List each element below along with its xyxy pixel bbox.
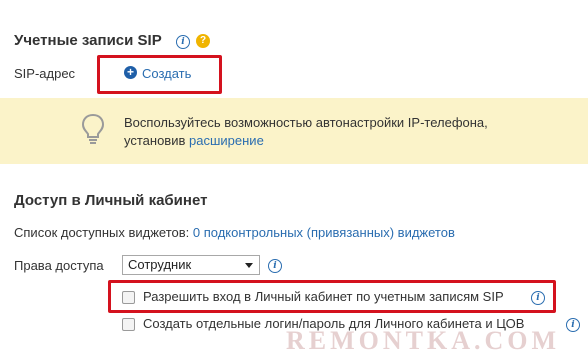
- separate-credentials-checkbox[interactable]: [122, 318, 135, 331]
- chevron-down-icon: [245, 263, 253, 268]
- widgets-row: Список доступных виджетов: 0 подконтроль…: [14, 225, 455, 240]
- allow-sip-login-checkbox[interactable]: [122, 291, 135, 304]
- sip-address-label: SIP-адрес: [14, 66, 76, 81]
- info-icon[interactable]: i: [176, 35, 190, 49]
- rights-selected-value: Сотрудник: [128, 257, 192, 272]
- extension-link[interactable]: расширение: [189, 133, 264, 148]
- allow-sip-login-label[interactable]: Разрешить вход в Личный кабинет по учетн…: [143, 289, 504, 304]
- allow-sip-info-icon[interactable]: i: [531, 291, 545, 305]
- banner-line2-prefix: установив: [124, 133, 186, 148]
- banner-line2: установив расширение: [124, 133, 264, 148]
- create-button[interactable]: Создать: [142, 66, 191, 81]
- rights-select[interactable]: Сотрудник: [122, 255, 260, 275]
- widgets-label: Список доступных виджетов:: [14, 225, 190, 240]
- lightbulb-icon: [81, 113, 105, 144]
- banner-line1: Воспользуйтесь возможностью автонастройк…: [124, 115, 488, 130]
- help-icon[interactable]: ?: [196, 34, 210, 48]
- watermark-text: REMONTKA.COM: [286, 326, 561, 355]
- rights-info-icon[interactable]: i: [268, 259, 282, 273]
- plus-icon[interactable]: +: [124, 66, 137, 79]
- access-section-title: Доступ в Личный кабинет: [14, 192, 208, 209]
- sip-section-title: Учетные записи SIP: [14, 32, 162, 49]
- separate-credentials-info-icon[interactable]: i: [566, 318, 580, 332]
- widgets-link[interactable]: 0 подконтрольных (привязанных) виджетов: [193, 225, 455, 240]
- rights-label: Права доступа: [14, 258, 104, 273]
